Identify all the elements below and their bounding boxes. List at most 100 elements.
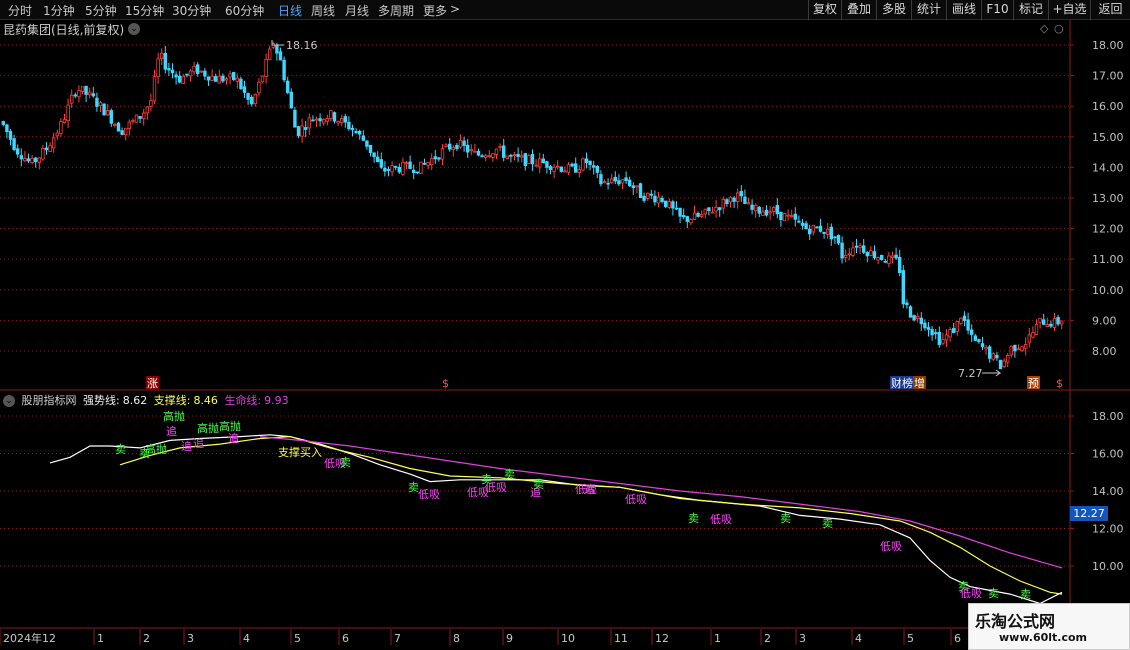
candle-body	[34, 157, 38, 163]
candle-body	[703, 208, 707, 215]
candle-body	[1042, 319, 1046, 325]
candle-body	[149, 100, 153, 107]
candle-body	[786, 214, 790, 217]
candle-body	[170, 69, 175, 74]
candle-body	[275, 45, 279, 54]
signal-label: 卖	[504, 468, 515, 481]
candle-body	[912, 315, 916, 321]
candle-body	[923, 322, 927, 329]
candle-body	[613, 176, 617, 182]
candle-body	[152, 76, 157, 102]
candle-body	[95, 97, 99, 107]
candle-body	[52, 137, 56, 149]
candle-body	[264, 59, 268, 77]
candle-body	[429, 158, 434, 166]
candle-body	[602, 181, 607, 183]
candle-body	[480, 155, 484, 158]
candle-body	[808, 228, 812, 235]
candle-body	[844, 254, 848, 258]
candle-body	[631, 185, 635, 189]
signal-label: 卖	[533, 478, 544, 491]
candle-body	[962, 315, 967, 321]
candle-body	[465, 144, 470, 153]
candle-body	[581, 158, 585, 171]
x-tick-label: 1	[714, 632, 721, 645]
candle-body	[516, 153, 520, 157]
candle-body	[498, 146, 502, 148]
candle-body	[606, 182, 610, 185]
signal-label: 低吸	[625, 493, 647, 506]
signal-label: 追	[228, 431, 239, 445]
candle-body	[890, 255, 895, 258]
candle-body	[541, 158, 545, 164]
candle-body	[743, 196, 747, 205]
candle-body	[793, 213, 797, 220]
candle-body	[836, 235, 841, 244]
candle-body	[336, 120, 340, 124]
signal-label: 卖	[822, 517, 833, 530]
candle-body	[710, 211, 715, 214]
candle-body	[379, 159, 383, 168]
candle-body	[721, 199, 725, 209]
candle-body	[952, 328, 956, 334]
candle-body	[231, 72, 236, 81]
candle-body	[88, 91, 92, 96]
x-tick-label: 2024年12	[3, 631, 56, 645]
candle-body	[473, 150, 477, 153]
candle-body	[937, 331, 941, 345]
candle-body	[397, 167, 401, 173]
candle-body	[300, 125, 304, 137]
candle-body	[131, 119, 135, 122]
candle-body	[303, 127, 308, 130]
candle-body	[887, 255, 891, 264]
candle-body	[926, 327, 931, 330]
candle-body	[595, 166, 599, 173]
candle-body	[592, 165, 596, 168]
chevron-down-icon[interactable]: ⌄	[3, 395, 15, 407]
event-marker: 涨	[147, 377, 158, 390]
candle-body	[588, 160, 592, 166]
candle-body	[966, 319, 970, 331]
candle-body	[73, 94, 77, 97]
candle-body	[278, 51, 283, 61]
y-tick-label: 8.00	[1092, 345, 1117, 358]
candle-body	[41, 147, 45, 160]
candle-body	[141, 112, 146, 120]
candle-body	[898, 256, 902, 273]
candle-body	[678, 207, 682, 217]
candle-body	[984, 346, 988, 350]
candle-body	[1009, 345, 1013, 356]
x-tick-label: 2	[143, 632, 150, 645]
candle-body	[512, 154, 517, 157]
candle-body	[1060, 320, 1064, 325]
x-tick-label: 4	[855, 632, 862, 645]
candle-body	[865, 252, 869, 257]
candle-body	[426, 162, 430, 166]
candle-body	[1, 121, 5, 125]
y-tick-label: 14.00	[1092, 485, 1124, 498]
candle-body	[311, 119, 315, 122]
candle-body	[339, 117, 344, 123]
candle-body	[365, 140, 369, 147]
y-tick-label: 16.00	[1092, 100, 1124, 113]
candle-body	[840, 242, 844, 259]
signal-label: 卖	[115, 443, 126, 456]
candle-body	[638, 183, 643, 198]
candle-body	[501, 145, 506, 158]
signal-label: 卖	[340, 456, 351, 469]
y-tick-label: 10.00	[1092, 560, 1124, 573]
candle-body	[847, 253, 851, 256]
candle-body	[462, 140, 466, 146]
candle-body	[124, 127, 128, 135]
y-tick-label: 18.00	[1092, 39, 1124, 52]
candle-body	[955, 321, 959, 332]
candle-body	[876, 257, 880, 261]
candle-body	[660, 197, 664, 202]
candle-body	[59, 121, 63, 134]
candle-body	[869, 250, 873, 256]
kline-chart: 18.0017.0016.0015.0014.0013.0012.0011.00…	[0, 20, 1130, 650]
candle-body	[790, 215, 794, 217]
candle-body	[401, 161, 405, 175]
candle-body	[509, 154, 513, 157]
candle-body	[5, 124, 9, 133]
